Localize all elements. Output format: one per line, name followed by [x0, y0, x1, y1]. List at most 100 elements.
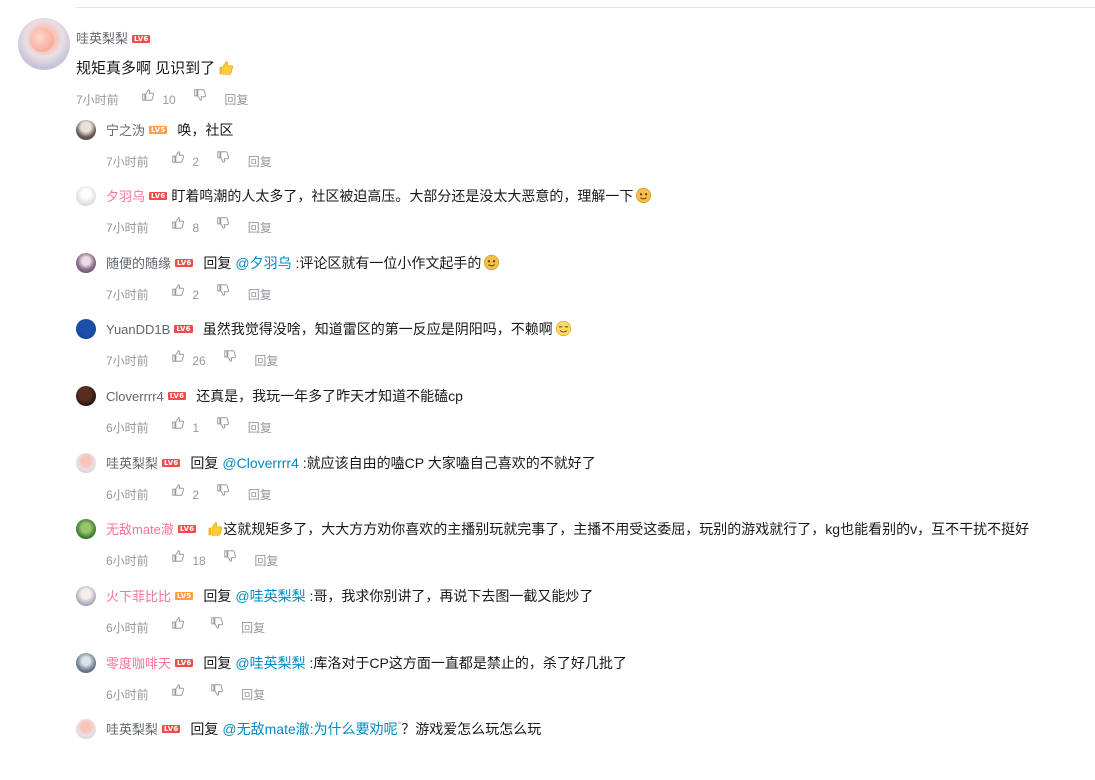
- mention-link[interactable]: @哇英梨梨: [235, 588, 305, 604]
- smile-emoji: [555, 320, 571, 336]
- dislike-icon[interactable]: [210, 683, 224, 697]
- link-marker-icon: °: [397, 720, 402, 730]
- dislike-icon[interactable]: [223, 549, 237, 563]
- reply-item: 宁之沩 LV5 唤，社区 7小时前 2 回复: [76, 120, 1086, 181]
- avatar[interactable]: [76, 253, 96, 273]
- reply-button[interactable]: 回复: [248, 488, 272, 502]
- reply-meta: 6小时前 1 回复: [106, 417, 272, 435]
- reply-button[interactable]: 回复: [224, 93, 248, 107]
- like-icon[interactable]: [171, 349, 185, 363]
- reply-meta: 6小时前 18 回复: [106, 550, 278, 568]
- username[interactable]: 无敌mate澈: [106, 522, 174, 537]
- like-icon[interactable]: [171, 549, 185, 563]
- username[interactable]: 哇英梨梨: [106, 456, 158, 471]
- reply-item: 火下菲比比 LV5 回复 @哇英梨梨 :哥，我求你别讲了，再说下去图一截又能炒了 6小…: [76, 586, 1086, 647]
- username[interactable]: 哇英梨梨: [76, 31, 128, 46]
- dislike-icon[interactable]: [210, 616, 224, 630]
- username[interactable]: YuanDD1B: [106, 322, 170, 337]
- reply-line: 零度咖啡天 LV6 回复 @哇英梨梨 :库洛对于CP这方面一直都是禁止的，杀了好几批了: [106, 654, 627, 673]
- reply-button[interactable]: 回复: [254, 554, 278, 568]
- username[interactable]: 零度咖啡天: [106, 656, 171, 671]
- like-icon[interactable]: [171, 216, 185, 230]
- doge-emoji: [484, 254, 500, 270]
- reply-line: 夕羽乌 LV6 盯着鸣潮的人太多了，社区被迫高压。大部分还是没太大恶意的，理解一下: [106, 187, 652, 206]
- username[interactable]: 夕羽乌: [106, 189, 145, 204]
- reply-item: YuanDD1B LV6 虽然我觉得没啥，知道雷区的第一反应是阴阳吗，不赖啊 7小时…: [76, 319, 1086, 380]
- like-count: 2: [192, 154, 200, 169]
- timestamp: 7小时前: [106, 287, 149, 302]
- dislike-icon[interactable]: [216, 483, 230, 497]
- reply-item: 夕羽乌 LV6 盯着鸣潮的人太多了，社区被迫高压。大部分还是没太大恶意的，理解一下 …: [76, 186, 1086, 247]
- reply-item: 随便的随缘 LV6 回复 @夕羽乌 :评论区就有一位小作文起手的 7小时前 2 回复: [76, 253, 1086, 314]
- like-count: 1: [192, 420, 200, 435]
- reply-prefix: 回复: [190, 721, 219, 737]
- username[interactable]: 随便的随缘: [106, 256, 171, 271]
- timestamp: 6小时前: [106, 620, 149, 635]
- reply-text-link[interactable]: :为什么要劝呢: [310, 721, 398, 737]
- like-icon[interactable]: [171, 483, 185, 497]
- reply-item: 哇英梨梨 LV6 回复 @Cloverrrr4 :就应该自由的嗑CP 大家嗑自己喜欢的…: [76, 453, 1086, 514]
- reply-line: 随便的随缘 LV6 回复 @夕羽乌 :评论区就有一位小作文起手的: [106, 254, 500, 273]
- reply-meta: 6小时前 2 回复: [106, 484, 272, 502]
- reply-meta: 7小时前 2 回复: [106, 151, 272, 169]
- reply-button[interactable]: 回复: [254, 354, 278, 368]
- dislike-icon[interactable]: [216, 150, 230, 164]
- like-icon[interactable]: [171, 416, 185, 430]
- comment-body: 规矩真多啊 见识到了: [76, 60, 216, 77]
- reply-text: 虽然我觉得没啥，知道雷区的第一反应是阴阳吗，不赖啊: [202, 321, 553, 337]
- like-icon[interactable]: [171, 283, 185, 297]
- reply-button[interactable]: 回复: [248, 221, 272, 235]
- mention-link[interactable]: @哇英梨梨: [235, 655, 305, 671]
- like-icon[interactable]: [171, 616, 185, 630]
- dislike-icon[interactable]: [216, 283, 230, 297]
- reply-line: 哇英梨梨 LV6 回复 @无敌mate澈:为什么要劝呢°？游戏爱怎么玩怎么玩: [106, 720, 541, 740]
- avatar[interactable]: [76, 653, 96, 673]
- timestamp: 6小时前: [106, 420, 149, 435]
- like-icon[interactable]: [171, 150, 185, 164]
- avatar[interactable]: [76, 719, 96, 739]
- reply-button[interactable]: 回复: [248, 155, 272, 169]
- username[interactable]: 哇英梨梨: [106, 722, 158, 737]
- avatar-decoration: [30, 28, 54, 52]
- mention-link[interactable]: @Cloverrrr4: [222, 455, 298, 471]
- username[interactable]: Cloverrrr4: [106, 389, 164, 404]
- doge-emoji: [636, 187, 652, 203]
- mention-link[interactable]: @无敌mate澈: [222, 721, 309, 737]
- thumbs-up-emoji: [219, 60, 234, 75]
- comment-text: 规矩真多啊 见识到了: [76, 59, 234, 79]
- reply-meta: 7小时前 8 回复: [106, 217, 272, 235]
- dislike-icon[interactable]: [193, 88, 207, 102]
- reply-button[interactable]: 回复: [248, 421, 272, 435]
- reply-prefix: 回复: [203, 588, 232, 604]
- like-count: 10: [162, 92, 176, 107]
- comment-author: 哇英梨梨 LV6: [76, 31, 151, 47]
- dislike-icon[interactable]: [223, 349, 237, 363]
- avatar[interactable]: [76, 386, 96, 406]
- reply-button[interactable]: 回复: [241, 688, 265, 702]
- like-icon[interactable]: [141, 88, 155, 102]
- username[interactable]: 宁之沩: [106, 123, 145, 138]
- avatar[interactable]: [76, 586, 96, 606]
- dislike-icon[interactable]: [216, 216, 230, 230]
- reply-line: YuanDD1B LV6 虽然我觉得没啥，知道雷区的第一反应是阴阳吗，不赖啊: [106, 320, 572, 339]
- reply-item: 无敌mate澈 LV6 这就规矩多了，大大方方劝你喜欢的主播别玩就完事了，主播不用受…: [76, 519, 1086, 580]
- avatar[interactable]: [76, 120, 96, 140]
- like-icon[interactable]: [171, 683, 185, 697]
- reply-meta: 6小时前 回复: [106, 617, 265, 635]
- top-divider: [76, 7, 1095, 8]
- avatar[interactable]: [76, 319, 96, 339]
- reply-button[interactable]: 回复: [248, 288, 272, 302]
- avatar[interactable]: [76, 519, 96, 539]
- level-badge: LV6: [167, 392, 187, 401]
- dislike-icon[interactable]: [216, 416, 230, 430]
- timestamp: 7小时前: [106, 154, 149, 169]
- timestamp: 6小时前: [106, 553, 149, 568]
- username[interactable]: 火下菲比比: [106, 589, 171, 604]
- avatar[interactable]: [18, 18, 70, 70]
- level-badge: LV6: [175, 659, 194, 668]
- avatar[interactable]: [76, 453, 96, 473]
- reply-item: 零度咖啡天 LV6 回复 @哇英梨梨 :库洛对于CP这方面一直都是禁止的，杀了好几批了…: [76, 653, 1086, 714]
- reply-button[interactable]: 回复: [241, 621, 265, 635]
- avatar[interactable]: [76, 186, 96, 206]
- mention-link[interactable]: @夕羽乌: [235, 255, 291, 271]
